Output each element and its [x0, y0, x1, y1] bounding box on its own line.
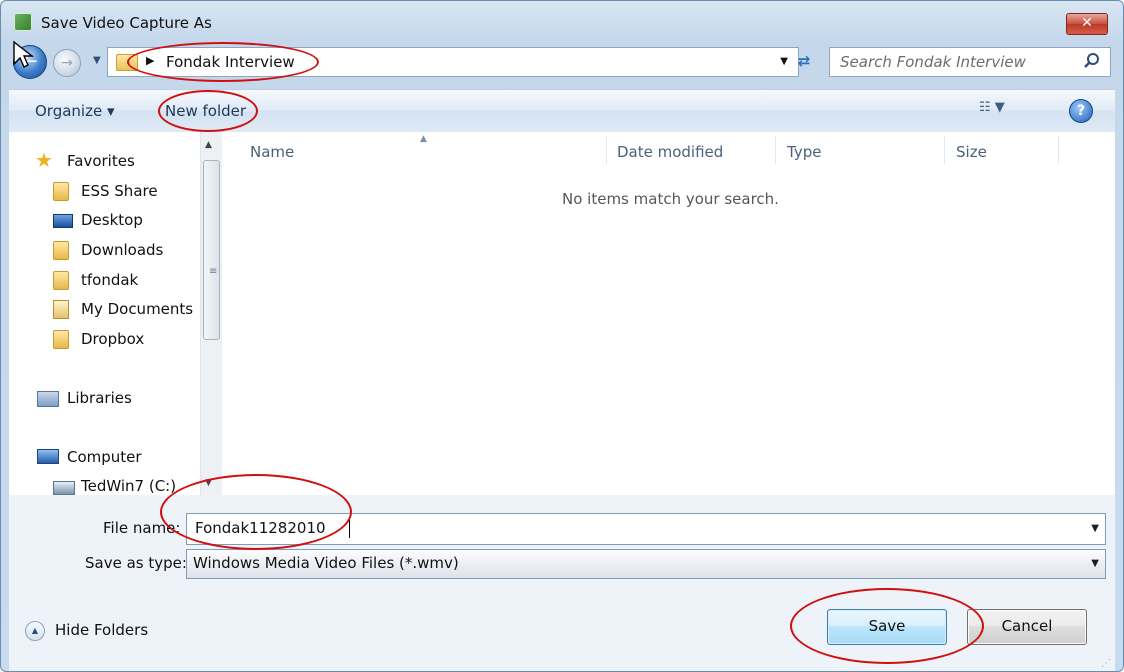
sidebar-item-label: My Documents	[81, 300, 194, 318]
column-divider[interactable]	[606, 136, 607, 164]
sidebar-item-label: ESS Share	[81, 182, 158, 200]
sidebar-item-label: Desktop	[81, 211, 143, 229]
folder-icon	[116, 54, 138, 71]
window-title: Save Video Capture As	[41, 14, 212, 32]
command-toolbar: Organize ▾ New folder ☷ ▼ ?	[9, 89, 1115, 133]
new-folder-button[interactable]: New folder	[165, 102, 246, 120]
resize-grip-icon[interactable]: ⋰	[1101, 658, 1111, 669]
text-caret	[349, 518, 350, 538]
empty-state-message: No items match your search.	[562, 190, 779, 208]
file-name-value[interactable]: Fondak11282010	[195, 519, 326, 537]
search-placeholder: Search Fondak Interview	[840, 53, 1026, 71]
title-bar: Save Video Capture As ✕	[1, 1, 1123, 41]
navigation-pane: ★ Favorites ESS Share Desktop Downloads …	[9, 132, 222, 495]
sort-ascending-icon: ▲	[420, 134, 427, 144]
breadcrumb[interactable]: Fondak Interview	[166, 53, 295, 71]
organize-menu-button[interactable]: Organize ▾	[35, 102, 115, 120]
computer-icon	[37, 449, 59, 464]
sidebar-item-label: Dropbox	[81, 330, 145, 348]
file-name-field[interactable]: Fondak11282010 ▼	[186, 513, 1106, 545]
scroll-grip-icon: ≡	[209, 266, 218, 277]
save-form-area: File name: Fondak11282010 ▼ Save as type…	[9, 495, 1115, 671]
hide-folders-label: Hide Folders	[55, 621, 149, 639]
dropbox-folder-icon	[53, 330, 69, 349]
sidebar-item-label: Computer	[67, 448, 142, 466]
breadcrumb-chevron-icon[interactable]: ▶	[146, 54, 154, 67]
file-list-pane: ▲ Name Date modified Type Size No items …	[222, 132, 1115, 495]
file-name-dropdown-icon[interactable]: ▼	[1091, 523, 1099, 534]
save-as-type-dropdown-icon[interactable]: ▼	[1091, 558, 1099, 569]
address-bar[interactable]: ▶ Fondak Interview ▼	[107, 47, 799, 77]
documents-icon	[53, 300, 69, 319]
star-icon: ★	[35, 148, 53, 172]
save-button[interactable]: Save	[827, 609, 947, 645]
sidebar-item-label: tfondak	[81, 271, 139, 289]
search-input[interactable]: Search Fondak Interview	[829, 47, 1111, 77]
forward-arrow-icon[interactable]: →	[53, 49, 81, 77]
help-icon[interactable]: ?	[1069, 99, 1093, 123]
save-dialog-window: Save Video Capture As ✕ ← → ▼ ▶ Fondak I…	[0, 0, 1124, 672]
address-dropdown-icon[interactable]: ▼	[780, 56, 788, 67]
folder-icon	[53, 271, 69, 290]
mouse-pointer-icon	[13, 40, 34, 68]
view-options-icon[interactable]: ☷ ▼	[979, 100, 1019, 122]
recent-pages-chevron-icon[interactable]: ▼	[93, 55, 101, 66]
cancel-button[interactable]: Cancel	[967, 609, 1087, 645]
scrollbar-thumb[interactable]: ≡	[203, 160, 220, 340]
file-name-label: File name:	[103, 519, 181, 537]
column-divider[interactable]	[1058, 136, 1059, 164]
scroll-up-arrow-icon[interactable]: ▲	[205, 140, 212, 150]
column-header-name[interactable]: Name	[250, 132, 294, 170]
column-divider[interactable]	[775, 136, 776, 164]
sidebar-item-label: Favorites	[67, 152, 135, 170]
column-divider[interactable]	[944, 136, 945, 164]
column-header-type[interactable]: Type	[787, 132, 821, 170]
close-button[interactable]: ✕	[1066, 13, 1108, 35]
save-as-type-value[interactable]: Windows Media Video Files (*.wmv)	[193, 554, 459, 572]
app-icon	[14, 13, 32, 31]
drive-icon	[53, 481, 75, 495]
chevron-up-icon: ▲	[25, 621, 45, 641]
column-header-size[interactable]: Size	[956, 132, 987, 170]
libraries-icon	[37, 391, 59, 407]
save-as-type-label: Save as type:	[85, 554, 187, 572]
scroll-down-arrow-icon[interactable]: ▼	[205, 478, 212, 488]
folder-icon	[53, 182, 69, 201]
sidebar-item-label: Downloads	[81, 241, 164, 259]
sidebar-item-label: Libraries	[67, 389, 132, 407]
downloads-folder-icon	[53, 241, 69, 260]
column-header-date-modified[interactable]: Date modified	[617, 132, 723, 170]
refresh-icon[interactable]: ⇄	[789, 47, 819, 75]
save-as-type-select[interactable]: Windows Media Video Files (*.wmv) ▼	[186, 549, 1106, 579]
search-icon[interactable]	[1082, 51, 1102, 71]
navigation-bar: ← → ▼ ▶ Fondak Interview ▼ ⇄ Search Fond…	[9, 43, 1115, 83]
sidebar-item-label: TedWin7 (C:)	[81, 477, 177, 495]
desktop-icon	[53, 214, 73, 228]
navigation-pane-scrollbar[interactable]: ▲ ≡ ▼	[200, 132, 222, 495]
